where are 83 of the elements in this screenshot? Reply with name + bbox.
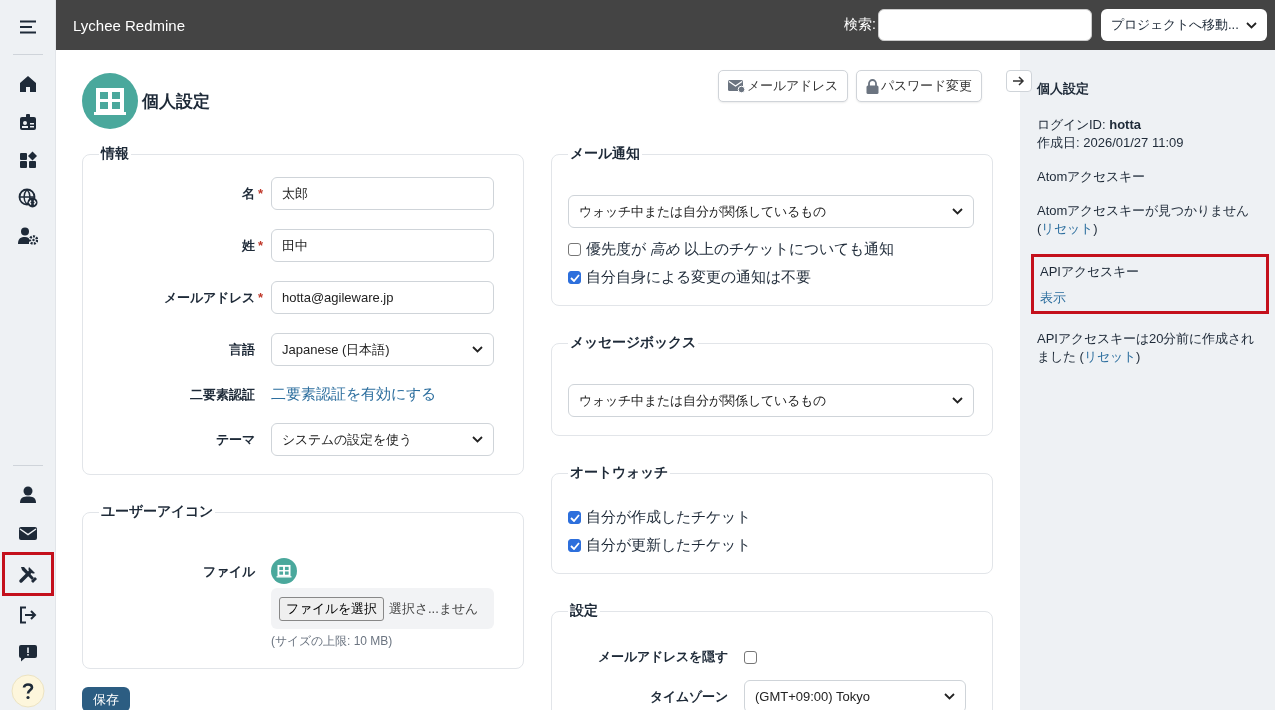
apps-icon	[18, 151, 37, 169]
sidebar-item[interactable]	[1, 552, 54, 596]
app-title: Lychee Redmine	[73, 16, 185, 34]
grid-avatar-icon	[82, 73, 138, 129]
login-id-text: ログインID: hotta	[1037, 116, 1142, 134]
chevron-icon	[952, 397, 963, 404]
help-icon	[10, 674, 45, 708]
search-label: 検索:	[844, 16, 876, 34]
checkbox[interactable]	[568, 243, 581, 256]
input-field[interactable]: 太郎	[271, 177, 494, 210]
file-status: 選択さ...ません	[389, 599, 478, 618]
field-label: 名	[241, 184, 255, 203]
field-label: ファイル	[202, 563, 255, 581]
save-button[interactable]: 保存	[82, 687, 130, 710]
api-key-title: APIアクセスキー	[1040, 263, 1140, 281]
enable-2fa-link[interactable]: 二要素認証を有効にする	[271, 385, 436, 404]
mail-icon	[728, 79, 745, 93]
choose-file-button[interactable]: ファイルを選択	[279, 596, 384, 621]
chevron-icon	[944, 693, 955, 700]
section-title: ユーザーアイコン	[100, 503, 214, 521]
section-title: オートウォッチ	[569, 464, 669, 482]
grid-avatar-icon	[271, 558, 297, 584]
required-mark: *	[257, 238, 265, 253]
action-button[interactable]: メールアドレス	[718, 70, 848, 102]
page-title: 個人設定	[142, 90, 210, 113]
checkbox-label: 優先度が 高め 以上のチケットについても通知	[586, 240, 895, 259]
feedback-icon	[18, 644, 37, 662]
chevron-icon	[472, 346, 483, 353]
mail-icon	[18, 525, 37, 541]
required-mark: *	[257, 290, 265, 305]
atom-key-title: Atomアクセスキー	[1037, 168, 1147, 186]
section-title: メッセージボックス	[569, 334, 697, 352]
field-label: 言語	[228, 340, 255, 359]
chevron-icon	[1246, 21, 1257, 29]
field-label: メールアドレス	[163, 288, 255, 307]
checkbox[interactable]	[568, 271, 581, 284]
field-label: 二要素認証	[189, 385, 255, 404]
api-key-status: APIアクセスキーは20分前に作成されました (リセット)	[1037, 330, 1256, 366]
select-field[interactable]: Japanese (日本語)	[271, 333, 494, 366]
section-title: 設定	[569, 602, 599, 620]
file-input[interactable]: ファイルを選択 選択さ...ません	[271, 588, 494, 629]
field-label: テーマ	[215, 430, 255, 449]
select-field[interactable]: システムの設定を使う	[271, 423, 494, 456]
select-field[interactable]: ウォッチ中または自分が関係しているもの	[568, 384, 974, 417]
size-limit-hint: (サイズの上限: 10 MB)	[271, 633, 393, 650]
globe-icon	[17, 188, 38, 208]
menu-icon	[18, 20, 37, 34]
tools-icon	[17, 564, 38, 584]
lock-icon	[866, 78, 879, 94]
show-link[interactable]: 表示	[1040, 289, 1066, 307]
checkbox[interactable]	[568, 511, 581, 524]
search-field[interactable]	[878, 9, 1092, 41]
home-icon	[18, 75, 37, 93]
select-field[interactable]: ウォッチ中または自分が関係しているもの	[568, 195, 974, 228]
section-title: メール通知	[569, 145, 641, 163]
reset-link[interactable]: リセット	[1083, 349, 1136, 364]
panel-title: 個人設定	[1037, 80, 1090, 98]
field-label: 姓	[241, 236, 255, 255]
user-icon	[18, 486, 37, 504]
created-date-text: 作成日: 2026/01/27 11:09	[1037, 134, 1185, 152]
reset-link[interactable]: リセット	[1041, 221, 1094, 236]
checkbox[interactable]	[568, 539, 581, 552]
logout-icon	[18, 606, 37, 624]
user-gear-icon	[17, 227, 38, 245]
required-mark: *	[257, 186, 265, 201]
checkbox-label: 自分が作成したチケット	[586, 508, 751, 527]
checkbox[interactable]	[744, 650, 757, 664]
input-field[interactable]: 田中	[271, 229, 494, 262]
arrow-right-icon	[1013, 76, 1025, 86]
project-jump-select[interactable]: プロジェクトへ移動...	[1101, 9, 1267, 41]
select-field[interactable]: (GMT+09:00) Tokyo	[744, 680, 966, 710]
field-label: メールアドレスを隠す	[597, 648, 728, 666]
input-field[interactable]: hotta@agileware.jp	[271, 281, 494, 314]
checkbox-label: 自分が更新したチケット	[586, 536, 751, 555]
checkbox-label: 自分自身による変更の通知は不要	[586, 268, 811, 287]
chevron-icon	[952, 208, 963, 215]
atom-key-status: Atomアクセスキーが見つかりません (リセット)	[1037, 202, 1251, 238]
section-title: 情報	[99, 145, 130, 163]
field-label: タイムゾーン	[649, 687, 728, 706]
action-button[interactable]: パスワード変更	[856, 70, 982, 102]
collapse-button[interactable]	[1006, 70, 1032, 92]
chevron-icon	[472, 436, 483, 443]
id-card-icon	[18, 113, 37, 131]
